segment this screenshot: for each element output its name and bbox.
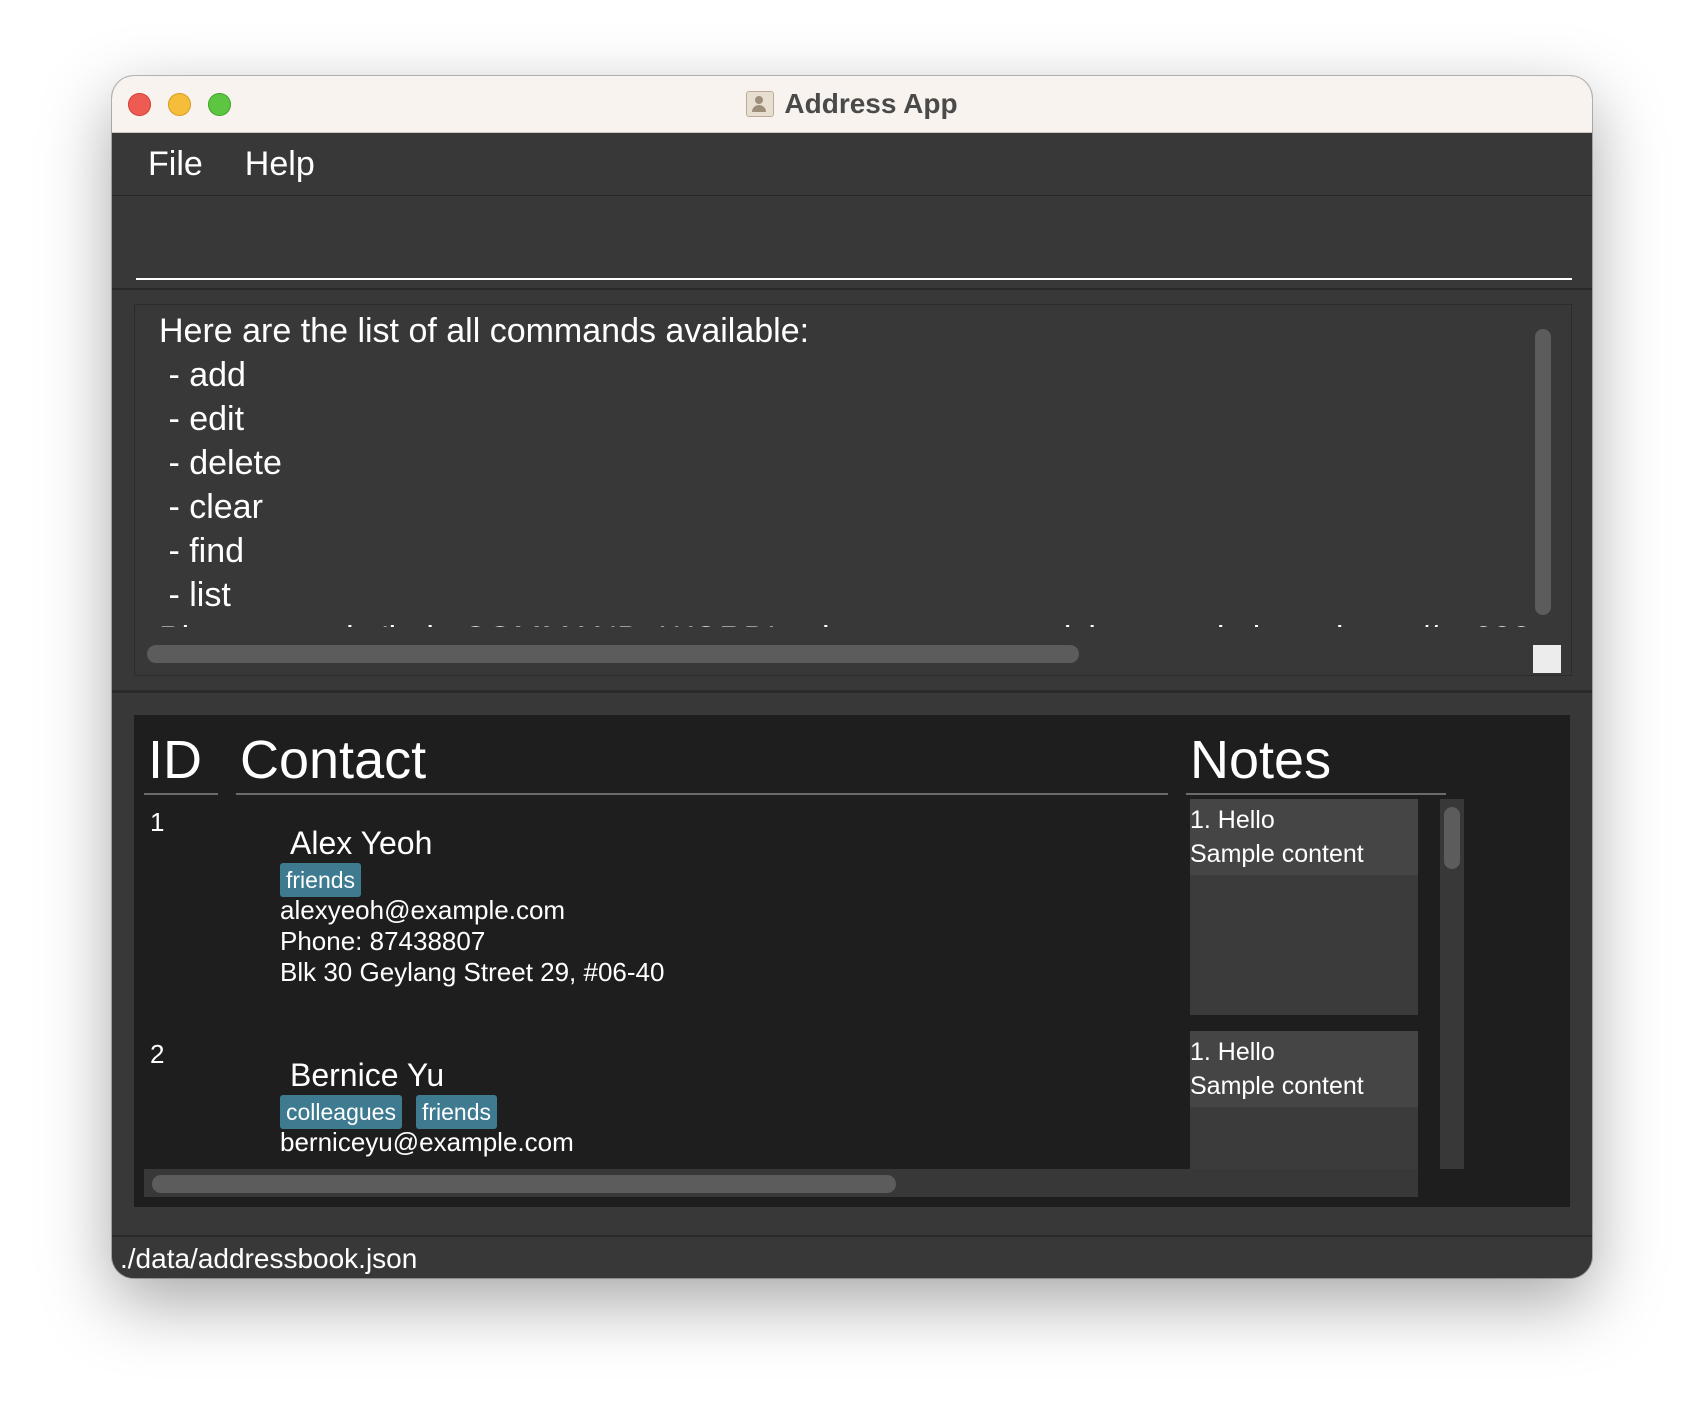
tag: friends — [415, 1095, 498, 1129]
result-horizontal-scrollbar[interactable] — [147, 645, 1079, 663]
person-address: Blk 30 Geylang Street 29, #06-40 — [280, 957, 665, 987]
person-email: berniceyu@example.com — [280, 1127, 574, 1157]
command-input[interactable] — [136, 218, 1572, 280]
notes-scroll-thumb[interactable] — [1444, 807, 1460, 869]
person-list-area: ID Contact Notes 1 Alex Yeoh friends ale… — [112, 693, 1592, 1235]
note-header: 1. Hello Sample content — [1190, 1031, 1418, 1107]
person-id: 1 — [150, 807, 165, 837]
person-email: alexyeoh@example.com — [280, 895, 566, 925]
person-card[interactable]: 1 Alex Yeoh friends alexyeoh@example.com… — [144, 799, 1290, 1051]
notes-header-underline — [1186, 793, 1446, 795]
note-header: 1. Hello Sample content — [1190, 799, 1418, 875]
tag-list: friends — [280, 863, 362, 897]
menu-help[interactable]: Help — [245, 145, 315, 184]
window-title: Address App — [784, 88, 958, 119]
tag: colleagues — [280, 1095, 402, 1129]
notes-vertical-scrollbar[interactable] — [1440, 799, 1464, 1169]
result-text: Here are the list of all commands availa… — [159, 312, 1539, 627]
status-bar: ./data/addressbook.json — [112, 1235, 1592, 1278]
list-scroll-thumb[interactable] — [152, 1175, 896, 1193]
id-header-underline — [144, 793, 218, 795]
note-title: 1. Hello — [1190, 806, 1275, 834]
person-phone: Phone: 87438807 — [280, 926, 486, 956]
person-card[interactable]: 2 Bernice Yu colleagues friends bernicey… — [144, 1031, 1290, 1169]
result-display[interactable]: Here are the list of all commands availa… — [134, 304, 1572, 676]
note-card[interactable]: 1. Hello Sample content — [1190, 1031, 1418, 1169]
save-location: ./data/addressbook.json — [120, 1243, 418, 1274]
tag: friends — [280, 863, 362, 897]
notes-column: 1. Hello Sample content 1. Hello Sample … — [1190, 799, 1418, 1169]
contact-header-underline — [236, 793, 1168, 795]
person-list-panel: ID Contact Notes 1 Alex Yeoh friends ale… — [134, 715, 1570, 1207]
note-content: Sample content — [1190, 840, 1364, 868]
app-window: Address App File Help Here are the list … — [112, 76, 1592, 1278]
menu-bar: File Help — [112, 133, 1592, 196]
contact-column-header: Contact — [240, 730, 427, 790]
result-display-area: Here are the list of all commands availa… — [112, 290, 1592, 693]
title-bar[interactable]: Address App — [112, 76, 1592, 133]
window-title-group: Address App — [112, 76, 1592, 132]
list-horizontal-scrollbar[interactable] — [144, 1169, 1418, 1197]
person-id: 2 — [150, 1039, 165, 1069]
note-title: 1. Hello — [1190, 1038, 1275, 1066]
scroll-corner — [1533, 645, 1561, 673]
id-column-header: ID — [148, 730, 202, 790]
address-book-icon — [746, 91, 775, 117]
note-card[interactable]: 1. Hello Sample content — [1190, 799, 1418, 1015]
result-vertical-scrollbar[interactable] — [1535, 329, 1551, 615]
tag-list: colleagues friends — [280, 1095, 498, 1129]
notes-column-header: Notes — [1190, 730, 1332, 790]
person-list[interactable]: 1 Alex Yeoh friends alexyeoh@example.com… — [144, 799, 1544, 1169]
person-name: Bernice Yu — [290, 1057, 445, 1093]
command-box-area — [112, 196, 1592, 290]
person-name: Alex Yeoh — [290, 825, 433, 861]
note-content: Sample content — [1190, 1072, 1364, 1100]
menu-file[interactable]: File — [148, 145, 203, 184]
